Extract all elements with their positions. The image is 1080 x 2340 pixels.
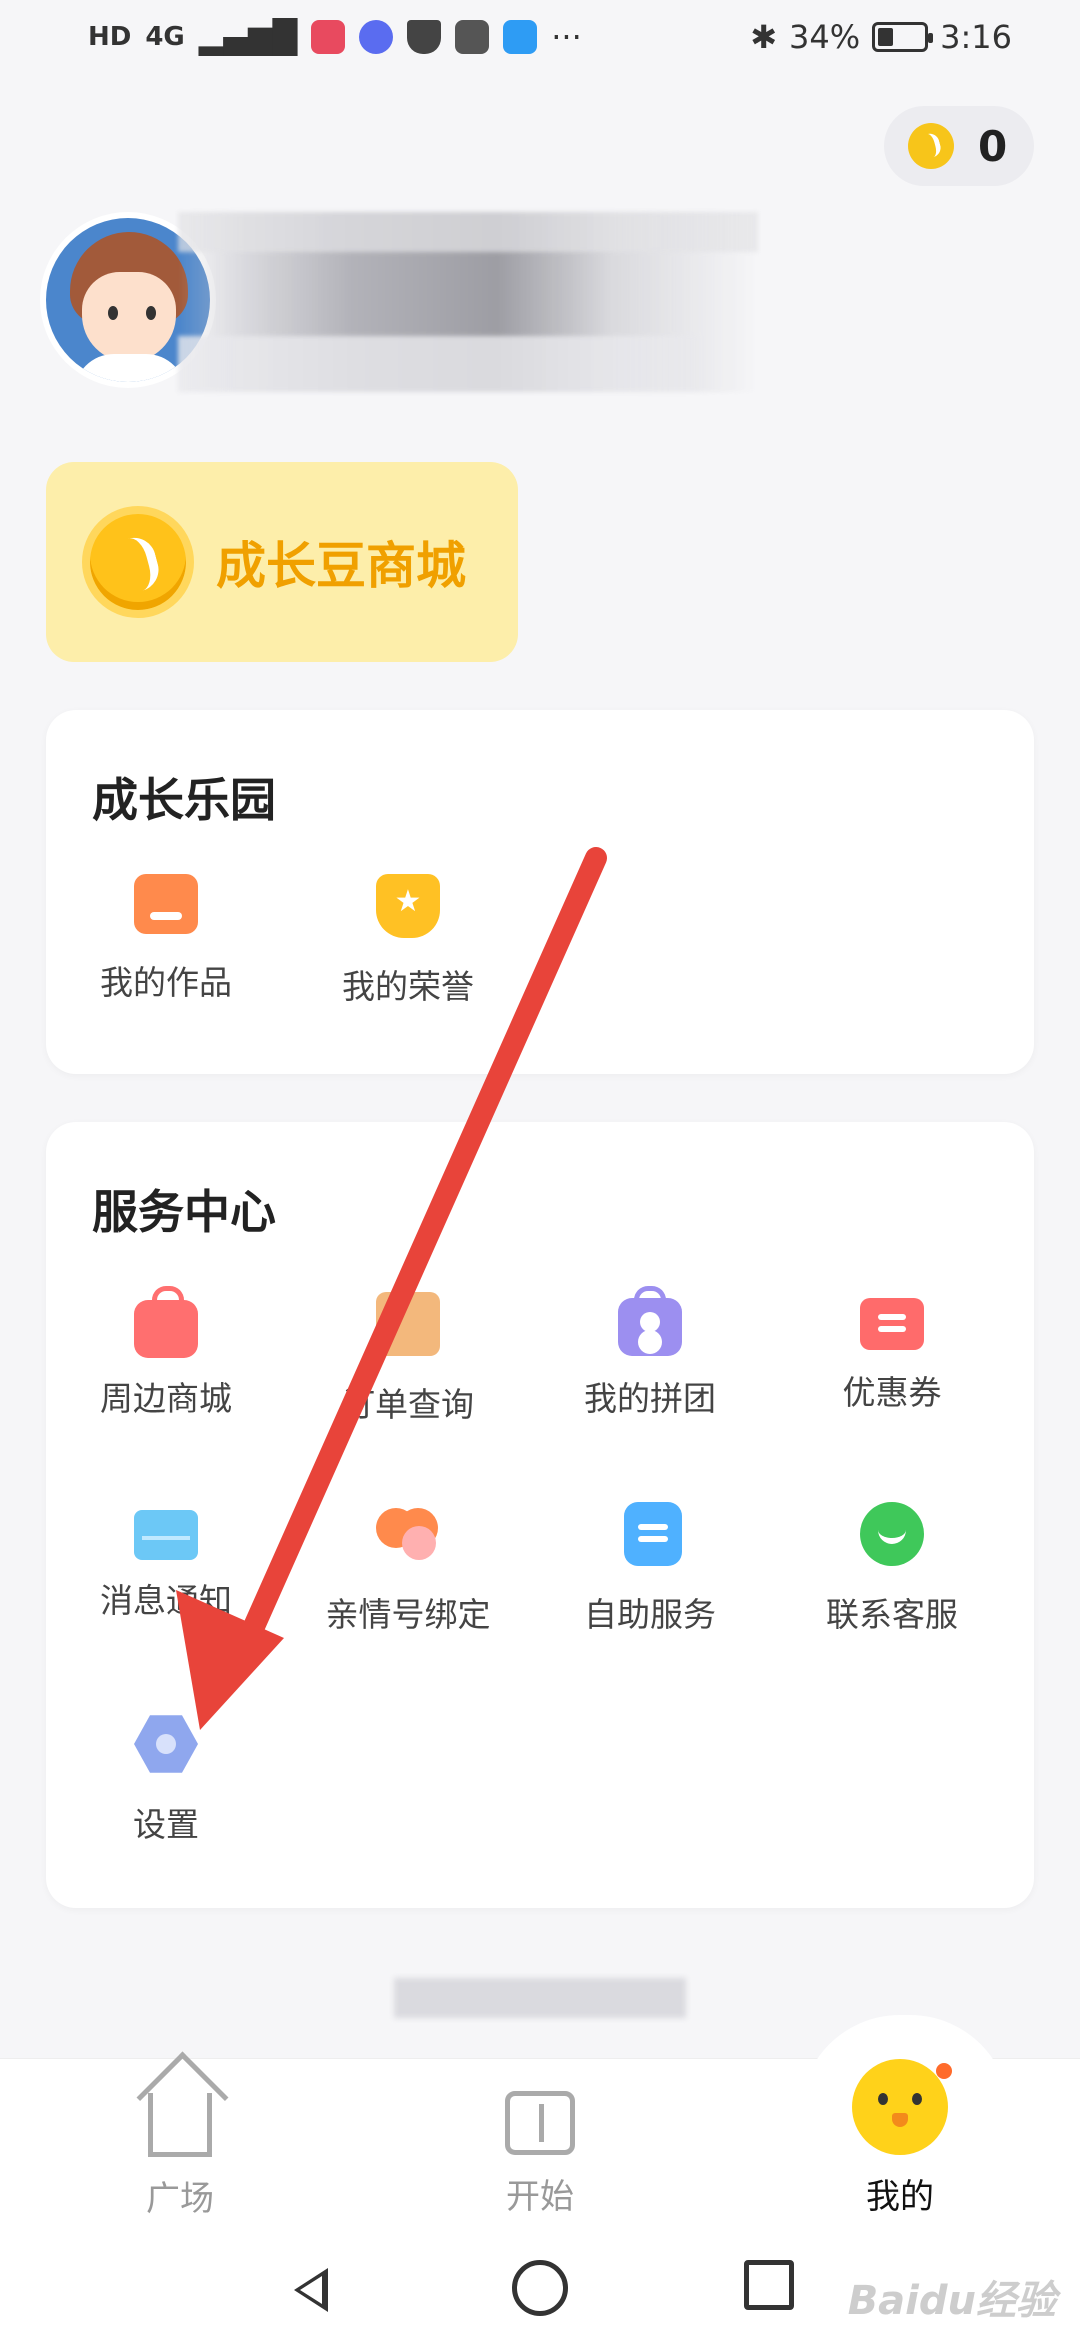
tile-label: 亲情号绑定 (325, 1595, 491, 1634)
tile-label: 自助服务 (584, 1595, 716, 1634)
growth-bean-mall-card[interactable]: 成长豆商城 (46, 462, 518, 662)
tile-label: 我的作品 (100, 963, 232, 1002)
back-icon[interactable] (280, 2260, 336, 2316)
growth-bean-balance[interactable]: 0 (884, 106, 1034, 186)
mall-title: 成长豆商城 (216, 537, 466, 595)
system-navigation-bar: Baidu经验 (0, 2238, 1080, 2340)
tab-plaza[interactable]: 广场 (80, 2079, 280, 2220)
honor-icon (376, 874, 440, 938)
mall-coin-icon (82, 506, 194, 618)
tile-my-honors[interactable]: 我的荣誉 (288, 874, 528, 1024)
tile-label: 订单查询 (342, 1385, 474, 1424)
tile-label: 优惠券 (842, 1373, 942, 1412)
music-icon (359, 20, 394, 54)
works-icon (134, 874, 198, 934)
battery-fill (878, 28, 894, 46)
hd-tag: HD (88, 22, 132, 52)
home-circle-icon[interactable] (512, 2260, 568, 2316)
tab-mine[interactable]: 我的 (800, 2059, 1000, 2218)
service-center-title: 服务中心 (92, 1185, 276, 1239)
heart-icon (376, 1502, 440, 1566)
bean-count: 0 (978, 121, 1008, 171)
mail-icon (134, 1510, 198, 1560)
tile-group-buy[interactable]: 我的拼团 (530, 1286, 770, 1442)
tile-contact-support[interactable]: 联系客服 (772, 1502, 1012, 1652)
bean-coin-icon (908, 123, 954, 169)
tile-notifications[interactable]: 消息通知 (46, 1502, 286, 1652)
notification-dot (936, 2063, 952, 2079)
tile-order-query[interactable]: 订单查询 (288, 1292, 528, 1442)
tile-my-works[interactable]: 我的作品 (46, 874, 286, 1024)
self-service-icon (624, 1502, 682, 1566)
order-icon (376, 1292, 440, 1356)
tile-label: 我的荣誉 (342, 967, 474, 1006)
shopping-bag-icon (134, 1286, 198, 1358)
coupon-icon (860, 1298, 924, 1350)
avatar-face (82, 272, 176, 362)
tile-settings[interactable]: 设置 (46, 1712, 286, 1862)
tab-label: 广场 (146, 2179, 214, 2219)
battery-percent: 34% (789, 18, 861, 56)
recent-apps-icon[interactable] (744, 2260, 794, 2310)
tile-merch-mall[interactable]: 周边商城 (46, 1286, 286, 1442)
status-bar: HD 4G ▂▄▆█ ··· ✱ 34% 3:16 (0, 0, 1080, 84)
service-center-card: 服务中心 周边商城 订单查询 我的拼团 优惠券 消息通知 亲情号绑定 自助服务 … (46, 1122, 1034, 1908)
group-buy-icon (618, 1286, 682, 1356)
huawei-app-icon (311, 20, 346, 54)
growth-park-title: 成长乐园 (92, 773, 276, 827)
tile-label: 联系客服 (826, 1595, 958, 1634)
tab-label: 我的 (866, 2177, 934, 2217)
blurred-footer-text (394, 1978, 686, 2018)
watermark: Baidu经验 (847, 2278, 1056, 2324)
chick-icon (852, 2059, 952, 2155)
hand-icon (455, 20, 490, 54)
tab-start[interactable]: 开始 (440, 2079, 640, 2218)
book-icon (505, 2091, 575, 2155)
home-icon (148, 2093, 212, 2157)
tile-label: 周边商城 (100, 1379, 232, 1418)
tile-self-service[interactable]: 自助服务 (530, 1502, 770, 1652)
blurred-username[interactable] (178, 212, 758, 392)
avatar-eye-right (146, 306, 156, 320)
weather-icon (503, 20, 538, 54)
chat-icon (860, 1502, 924, 1566)
battery-icon (872, 22, 934, 52)
tile-label: 消息通知 (100, 1581, 232, 1620)
avatar-body (74, 354, 186, 382)
shield-icon (407, 20, 442, 54)
status-bar-right: ✱ 34% 3:16 (750, 18, 1012, 56)
tile-family-binding[interactable]: 亲情号绑定 (288, 1502, 528, 1652)
network-tag: 4G (145, 22, 185, 52)
tab-label: 开始 (506, 2177, 574, 2217)
settings-icon (134, 1715, 198, 1773)
bottom-tab-bar: 广场 开始 我的 (0, 2015, 1080, 2238)
signal-icon: ▂▄▆█ (198, 18, 298, 56)
tile-label: 我的拼团 (584, 1379, 716, 1418)
clock: 3:16 (940, 18, 1012, 56)
avatar-eye-left (108, 306, 118, 320)
growth-park-card: 成长乐园 我的作品 我的荣誉 (46, 710, 1034, 1074)
status-bar-left: HD 4G ▂▄▆█ ··· (88, 18, 582, 56)
tile-label: 设置 (133, 1805, 199, 1844)
bluetooth-icon: ✱ (750, 18, 778, 56)
tile-coupons[interactable]: 优惠券 (772, 1292, 1012, 1442)
more-notifications-icon: ··· (551, 18, 582, 56)
